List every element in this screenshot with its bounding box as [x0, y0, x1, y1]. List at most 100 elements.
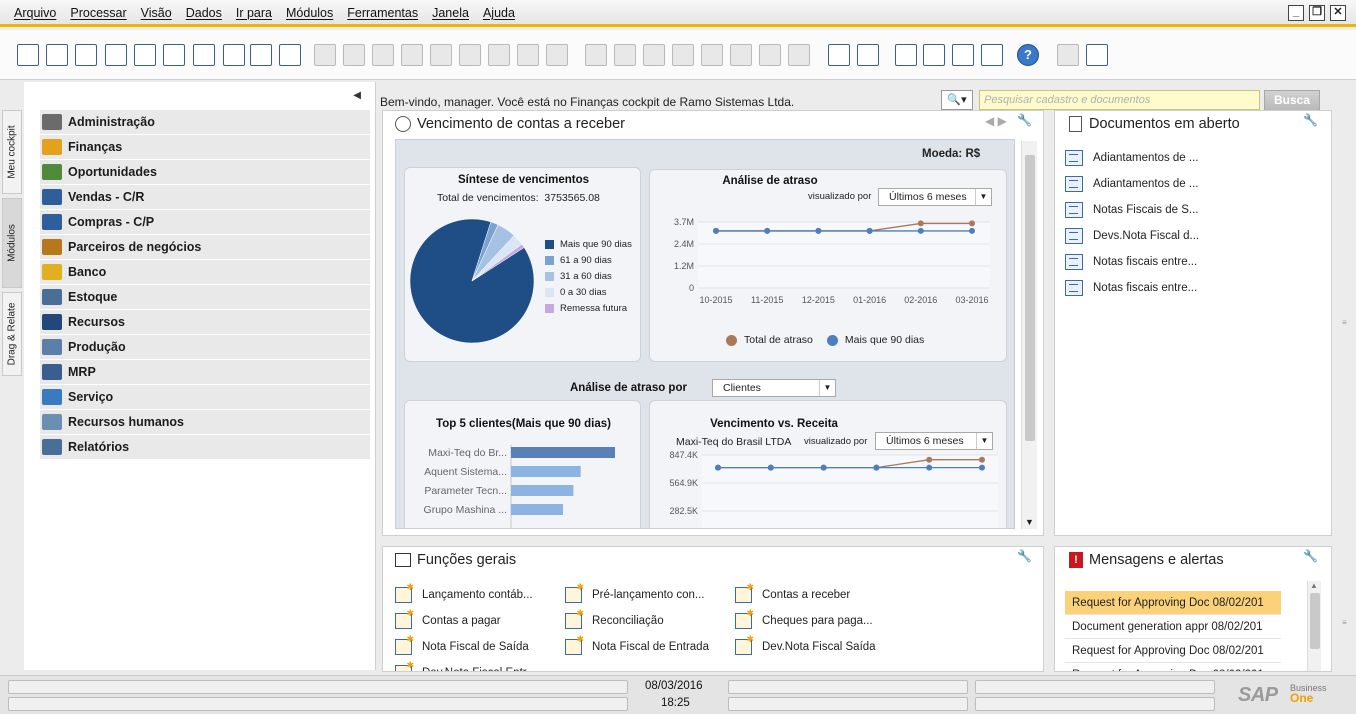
word-icon[interactable] [193, 44, 215, 66]
search-input[interactable]: Pesquisar cadastro e documentos [979, 90, 1260, 110]
drag-icon[interactable] [672, 44, 694, 66]
org-icon[interactable] [981, 44, 1003, 66]
menu-item[interactable]: Arquivo [14, 6, 56, 20]
collapse-sidebar-icon[interactable]: ◀ [353, 90, 361, 101]
edit-icon[interactable] [828, 44, 850, 66]
receivables-scrollbar[interactable]: ▼ [1021, 141, 1037, 529]
next-record-icon[interactable] [401, 44, 423, 66]
tab-modules[interactable]: Módulos [2, 198, 22, 288]
export-icon[interactable] [105, 44, 127, 66]
module-item[interactable]: Banco [40, 260, 370, 285]
base-document-icon[interactable] [585, 44, 607, 66]
minimize-button[interactable]: _ [1288, 5, 1304, 21]
search-button[interactable]: Busca [1264, 90, 1320, 111]
tab-drag-relate[interactable]: Drag & Relate [2, 292, 22, 376]
report-icon[interactable] [643, 44, 665, 66]
transaction-icon[interactable] [730, 44, 752, 66]
prev-next-icon[interactable]: ◀ ▶ [985, 114, 1007, 128]
menu-item[interactable]: Visão [141, 6, 172, 20]
refresh-icon[interactable] [459, 44, 481, 66]
delay-by-dropdown[interactable]: Clientes ▼ [712, 379, 836, 397]
module-item[interactable]: Administração [40, 110, 370, 135]
function-link[interactable]: Dev.Nota Fiscal Entr... [395, 660, 536, 671]
function-link[interactable]: Pré-lançamento con... [565, 582, 705, 603]
message-row[interactable]: Request for Approving Doc 08/02/201 [1065, 639, 1281, 663]
print-layout-icon[interactable] [1086, 44, 1108, 66]
module-item[interactable]: Recursos humanos [40, 410, 370, 435]
module-item[interactable]: Estoque [40, 285, 370, 310]
function-link[interactable]: Contas a pagar [395, 608, 501, 629]
function-link[interactable]: Nota Fiscal de Saída [395, 634, 529, 655]
module-item[interactable]: Parceiros de negócios [40, 235, 370, 260]
period-dropdown[interactable]: Últimos 6 meses ▼ [878, 188, 992, 206]
scroll-thumb[interactable] [1025, 155, 1035, 441]
open-document-item[interactable]: Adiantamentos de ... [1065, 145, 1199, 171]
last-record-icon[interactable] [430, 44, 452, 66]
sort-icon[interactable] [517, 44, 539, 66]
settings-icon[interactable] [788, 44, 810, 66]
help-icon[interactable]: ? [1017, 44, 1039, 66]
form-settings-icon[interactable] [1057, 44, 1079, 66]
module-item[interactable]: Relatórios [40, 435, 370, 460]
menu-item[interactable]: Janela [432, 6, 469, 20]
messages-icon[interactable] [923, 44, 945, 66]
first-record-icon[interactable] [343, 44, 365, 66]
open-document-item[interactable]: Devs.Nota Fiscal d... [1065, 223, 1199, 249]
resize-handle[interactable]: ≡ [1342, 618, 1352, 627]
restore-button[interactable]: ❐ [1309, 5, 1325, 21]
function-link[interactable]: Cheques para paga... [735, 608, 873, 629]
journal-icon[interactable] [759, 44, 781, 66]
print-icon[interactable] [46, 44, 68, 66]
module-item[interactable]: Finanças [40, 135, 370, 160]
open-document-item[interactable]: Adiantamentos de ... [1065, 171, 1199, 197]
tab-my-cockpit[interactable]: Meu cockpit [2, 110, 22, 194]
module-item[interactable]: Vendas - C/R [40, 185, 370, 210]
scroll-up-icon[interactable]: ▲ [1310, 581, 1318, 590]
menu-item[interactable]: Ferramentas [347, 6, 418, 20]
scroll-thumb[interactable] [1310, 593, 1320, 649]
spreadsheet-icon[interactable] [134, 44, 156, 66]
wrench-icon[interactable]: 🔧 [1303, 113, 1318, 127]
function-link[interactable]: Reconciliação [565, 608, 664, 629]
search-scope-dropdown[interactable]: 🔍▾ [941, 90, 973, 110]
gross-profit-icon[interactable] [701, 44, 723, 66]
menu-item[interactable]: Módulos [286, 6, 333, 20]
email-icon[interactable] [75, 44, 97, 66]
function-link[interactable]: Nota Fiscal de Entrada [565, 634, 709, 655]
menu-item[interactable]: Processar [70, 6, 126, 20]
message-row[interactable]: Request for Approving Doc 08/02/201 [1065, 591, 1281, 615]
open-document-item[interactable]: Notas fiscais entre... [1065, 275, 1199, 301]
message-row[interactable]: Request for Approving Doc 08/02/201 [1065, 663, 1281, 671]
menu-item[interactable]: Ajuda [483, 6, 515, 20]
module-item[interactable]: MRP [40, 360, 370, 385]
period-dropdown-2[interactable]: Últimos 6 meses ▼ [875, 432, 993, 450]
excel-icon[interactable] [163, 44, 185, 66]
target-document-icon[interactable] [614, 44, 636, 66]
close-window-button[interactable]: ✕ [1330, 5, 1346, 21]
function-link[interactable]: Lançamento contáb... [395, 582, 533, 603]
open-document-item[interactable]: Notas fiscais entre... [1065, 249, 1199, 275]
menu-item[interactable]: Dados [186, 6, 222, 20]
scroll-down-icon[interactable]: ▼ [1025, 517, 1034, 527]
menu-item[interactable]: Ir para [236, 6, 272, 20]
function-link[interactable]: Dev.Nota Fiscal Saída [735, 634, 876, 655]
previous-record-icon[interactable] [372, 44, 394, 66]
filter-icon[interactable] [488, 44, 510, 66]
chart-icon[interactable] [546, 44, 568, 66]
wrench-icon[interactable]: 🔧 [1303, 549, 1318, 563]
module-item[interactable]: Serviço [40, 385, 370, 410]
module-item[interactable]: Compras - C/P [40, 210, 370, 235]
resize-handle[interactable]: ≡ [1342, 318, 1352, 327]
preview-icon[interactable] [17, 44, 39, 66]
pdf-icon[interactable] [223, 44, 245, 66]
launch-icon[interactable] [250, 44, 272, 66]
messages-scrollbar[interactable]: ▲ [1307, 581, 1321, 671]
cockpit-icon[interactable] [857, 44, 879, 66]
find-icon[interactable] [314, 44, 336, 66]
alerts-icon[interactable] [952, 44, 974, 66]
module-item[interactable]: Produção [40, 335, 370, 360]
wrench-icon[interactable]: 🔧 [1017, 549, 1032, 563]
module-item[interactable]: Oportunidades [40, 160, 370, 185]
calendar-icon[interactable] [895, 44, 917, 66]
wrench-icon[interactable]: 🔧 [1017, 113, 1032, 127]
